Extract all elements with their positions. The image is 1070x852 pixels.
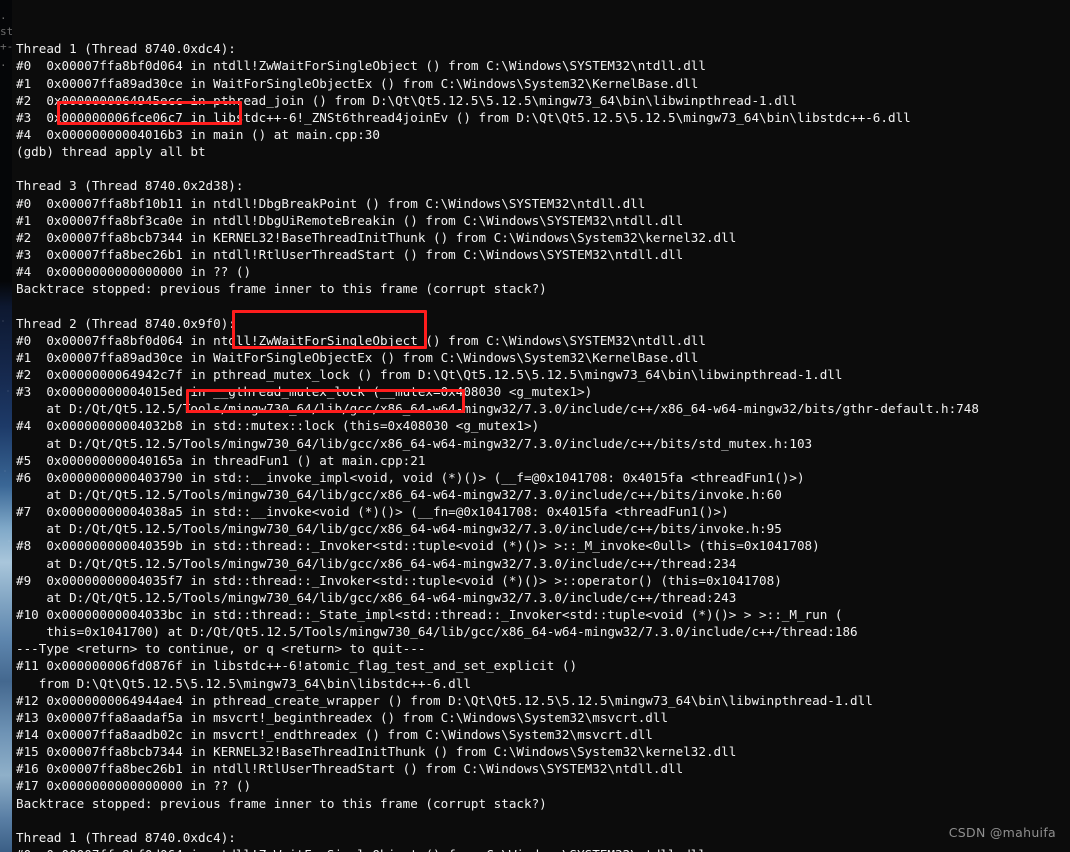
- terminal-line: Backtrace stopped: previous frame inner …: [16, 795, 547, 811]
- terminal-line: this=0x1041700) at D:/Qt/Qt5.12.5/Tools/…: [16, 624, 858, 640]
- terminal-line: (gdb) thread apply all bt: [16, 144, 206, 160]
- terminal-line: #3 0x00000000004015ed in __gthread_mutex…: [16, 384, 593, 400]
- screenshot-root: . ] st +- . 6 Thread 1 (Thread 8740.0xdc…: [0, 0, 1070, 852]
- terminal-line: #13 0x00007ffa8aadaf5a in msvcrt!_begint…: [16, 709, 669, 725]
- csdn-watermark: CSDN @mahuifa: [948, 825, 1056, 840]
- terminal-line: #1 0x00007ffa89ad30ce in WaitForSingleOb…: [16, 75, 699, 91]
- terminal-line: #12 0x0000000064944ae4 in pthread_create…: [16, 692, 873, 708]
- terminal-line: #0 0x00007ffa8bf0d064 in ntdll!ZwWaitFor…: [16, 846, 1070, 852]
- terminal-line: #16 0x00007ffa8bec26b1 in ntdll!RtlUserT…: [16, 761, 684, 777]
- terminal-line: #4 0x00000000004016b3 in main () at main…: [16, 127, 380, 143]
- terminal-line: #4 0x00000000004032b8 in std::mutex::loc…: [16, 418, 540, 434]
- terminal-line: #3 0x00007ffa8bec26b1 in ntdll!RtlUserTh…: [16, 247, 684, 262]
- terminal-line: #2 0x0000000064942c7f in pthread_mutex_l…: [16, 366, 843, 382]
- terminal-line: #8 0x000000000040359b in std::thread::_I…: [16, 538, 820, 554]
- terminal-line: at D:/Qt/Qt5.12.5/Tools/mingw730_64/lib/…: [16, 486, 782, 502]
- terminal-line: at D:/Qt/Qt5.12.5/Tools/mingw730_64/lib/…: [16, 555, 737, 571]
- terminal-line: Thread 3 (Thread 8740.0x2d38):: [16, 178, 244, 194]
- terminal-line: #1 0x00007ffa8bf3ca0e in ntdll!DbgUiRemo…: [16, 212, 684, 228]
- terminal-line: from D:\Qt\Qt5.12.5\5.12.5\mingw73_64\bi…: [16, 675, 471, 691]
- terminal-line: #5 0x000000000040165a in threadFun1 () a…: [16, 452, 426, 468]
- terminal-line: at D:/Qt/Qt5.12.5/Tools/mingw730_64/lib/…: [16, 401, 979, 417]
- terminal-line-list: Thread 1 (Thread 8740.0xdc4): #0 0x00007f…: [16, 40, 1070, 852]
- terminal-line: #6 0x0000000000403790 in std::__invoke_i…: [16, 469, 805, 485]
- terminal-line: Backtrace stopped: previous frame inner …: [16, 281, 547, 297]
- terminal-line: #14 0x00007ffa8aadb02c in msvcrt!_endthr…: [16, 726, 653, 742]
- terminal-line: #7 0x00000000004038a5 in std::__invoke<v…: [16, 504, 729, 520]
- terminal-line: #10 0x00000000004033bc in std::thread::_…: [16, 606, 843, 622]
- terminal-line: #0 0x00007ffa8bf10b11 in ntdll!DbgBreakP…: [16, 195, 646, 211]
- terminal-line: Thread 2 (Thread 8740.0x9f0):: [16, 315, 236, 331]
- terminal-line: #3 0x000000006fce06c7 in libstdc++-6!_ZN…: [16, 109, 911, 125]
- terminal-line: #9 0x00000000004035f7 in std::thread::_I…: [16, 572, 782, 588]
- terminal-line: at D:/Qt/Qt5.12.5/Tools/mingw730_64/lib/…: [16, 435, 813, 451]
- terminal-line: at D:/Qt/Qt5.12.5/Tools/mingw730_64/lib/…: [16, 521, 782, 537]
- terminal-line: Thread 1 (Thread 8740.0xdc4):: [16, 829, 236, 845]
- terminal-line: Thread 1 (Thread 8740.0xdc4):: [16, 41, 236, 57]
- gdb-terminal-output[interactable]: Thread 1 (Thread 8740.0xdc4): #0 0x00007f…: [12, 0, 1070, 852]
- terminal-line: #2 0x00007ffa8bcb7344 in KERNEL32!BaseTh…: [16, 229, 737, 245]
- terminal-line: #15 0x00007ffa8bcb7344 in KERNEL32!BaseT…: [16, 744, 737, 760]
- terminal-line: #17 0x0000000000000000 in ?? (): [16, 778, 252, 794]
- terminal-line: #1 0x00007ffa89ad30ce in WaitForSingleOb…: [16, 349, 699, 365]
- terminal-line: #11 0x000000006fd0876f in libstdc++-6!at…: [16, 658, 578, 674]
- terminal-line: #0 0x00007ffa8bf0d064 in ntdll!ZwWaitFor…: [16, 58, 706, 74]
- terminal-line: ---Type <return> to continue, or q <retu…: [16, 641, 426, 657]
- terminal-line: at D:/Qt/Qt5.12.5/Tools/mingw730_64/lib/…: [16, 589, 737, 605]
- terminal-line: #2 0x0000000064945ecc in pthread_join ()…: [16, 92, 797, 108]
- background-window-text: . ] st +- . 6: [0, 9, 12, 69]
- terminal-line: #0 0x00007ffa8bf0d064 in ntdll!ZwWaitFor…: [16, 332, 706, 348]
- terminal-line: #4 0x0000000000000000 in ?? (): [16, 264, 252, 280]
